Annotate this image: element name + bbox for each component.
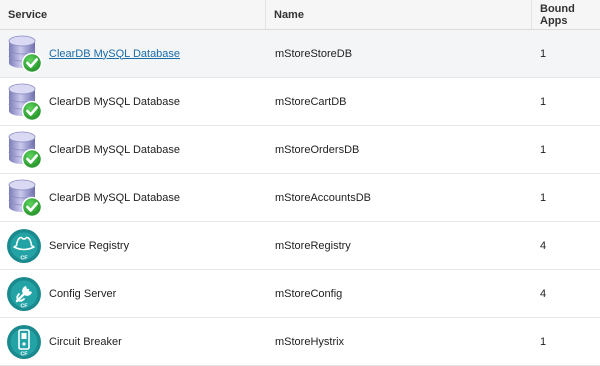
table-row[interactable]: ClearDB MySQL Database mStoreStoreDB 1 <box>0 30 600 78</box>
name-cell: mStoreOrdersDB <box>275 143 360 156</box>
column-header-service[interactable]: Service <box>0 0 266 29</box>
name-cell: mStoreCartDB <box>275 95 347 108</box>
services-table: Service Name Bound Apps ClearDB MySQL Da… <box>0 0 600 366</box>
service-label: ClearDB MySQL Database <box>49 143 181 156</box>
service-cell: CF Circuit Breaker <box>0 318 266 365</box>
table-row[interactable]: CF Service Registry mStoreRegistry 4 <box>0 222 600 270</box>
table-row[interactable]: CF Config Server mStoreConfig 4 <box>0 270 600 318</box>
cf-badge-label: CF <box>20 255 28 261</box>
bound-apps-cell: 4 <box>540 287 547 300</box>
service-cell: CF Service Registry <box>0 222 266 269</box>
column-header-name[interactable]: Name <box>266 0 532 29</box>
table-row[interactable]: ClearDB MySQL Database mStoreOrdersDB 1 <box>0 126 600 174</box>
service-cell: CF Config Server <box>0 270 266 317</box>
cf-badge-label: CF <box>20 303 28 309</box>
cf-badge-label: CF <box>20 351 28 357</box>
circuit-breaker-icon: CF <box>7 324 41 359</box>
service-cell: ClearDB MySQL Database <box>0 78 266 125</box>
service-cell: ClearDB MySQL Database <box>0 174 266 221</box>
bound-apps-cell: 1 <box>540 335 547 348</box>
service-label: Service Registry <box>49 239 130 252</box>
database-check-icon <box>8 35 43 73</box>
service-link[interactable]: ClearDB MySQL Database <box>49 48 180 60</box>
service-label: ClearDB MySQL Database <box>49 191 181 204</box>
service-label: ClearDB MySQL Database <box>49 95 181 108</box>
table-row[interactable]: ClearDB MySQL Database mStoreCartDB 1 <box>0 78 600 126</box>
database-check-icon <box>8 83 43 121</box>
bound-apps-cell: 4 <box>540 239 547 252</box>
name-cell: mStoreRegistry <box>275 239 351 252</box>
bound-apps-cell: 1 <box>540 143 547 156</box>
table-header: Service Name Bound Apps <box>0 0 600 30</box>
service-cell: ClearDB MySQL Database <box>0 126 266 173</box>
column-header-bound-apps[interactable]: Bound Apps <box>532 0 600 29</box>
service-label: Config Server <box>49 287 117 300</box>
bound-apps-cell: 1 <box>540 95 547 108</box>
table-row[interactable]: CF Circuit Breaker mStoreHystrix 1 <box>0 318 600 366</box>
bound-apps-cell: 1 <box>540 191 547 204</box>
service-label: Circuit Breaker <box>49 335 122 348</box>
name-cell: mStoreAccountsDB <box>275 191 371 204</box>
database-check-icon <box>8 179 43 217</box>
name-cell: mStoreStoreDB <box>275 47 353 60</box>
name-cell: mStoreHystrix <box>275 335 345 348</box>
table-row[interactable]: ClearDB MySQL Database mStoreAccountsDB … <box>0 174 600 222</box>
service-registry-icon: CF <box>7 228 41 263</box>
name-cell: mStoreConfig <box>275 287 343 300</box>
config-server-icon: CF <box>7 276 41 311</box>
database-check-icon <box>8 131 43 169</box>
bound-apps-cell: 1 <box>540 47 547 60</box>
service-cell: ClearDB MySQL Database <box>0 30 266 77</box>
